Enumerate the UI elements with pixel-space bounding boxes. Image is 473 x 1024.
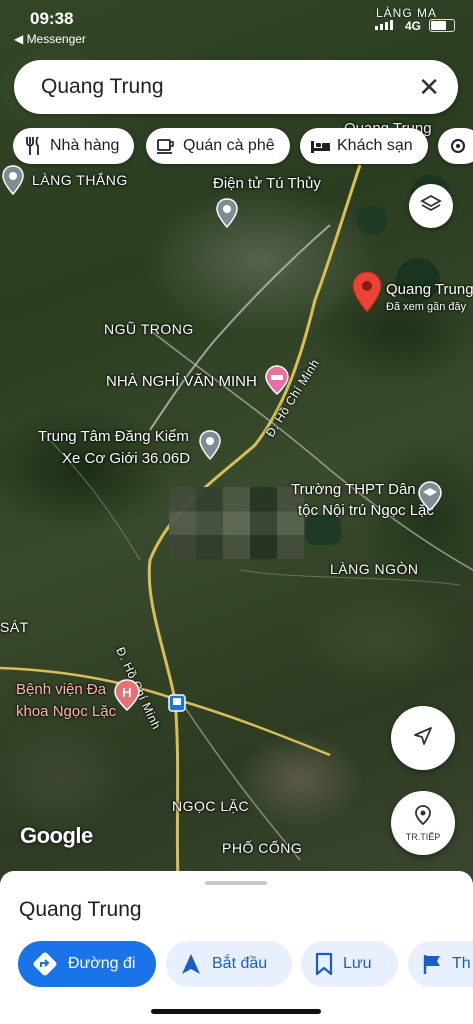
home-indicator[interactable] xyxy=(151,1009,321,1014)
map-label-ngu-trong: NGŨ TRONG xyxy=(104,321,194,337)
map-label-benh-vien-2[interactable]: khoa Ngọc Lặc xyxy=(16,703,116,720)
coffee-icon xyxy=(156,136,176,156)
battery-icon xyxy=(429,19,455,32)
chip-label: Quán cà phê xyxy=(183,137,275,154)
hotel-pin-icon[interactable] xyxy=(265,365,289,395)
google-attribution: Google xyxy=(20,823,93,848)
chip-label: Nhà hàng xyxy=(50,137,120,154)
more-icon xyxy=(448,136,468,156)
layers-icon xyxy=(420,193,442,220)
place-pin-icon[interactable] xyxy=(216,198,238,228)
map-label-lang-ma: LÀNG MA xyxy=(375,6,437,20)
navigation-icon xyxy=(180,952,202,976)
category-chips: Nhà hàng Quán cà phê Khách sạn xyxy=(13,128,473,168)
start-label: Bắt đầu xyxy=(212,955,268,972)
map-label-lang-ngon: LÀNG NGÒN xyxy=(330,561,419,577)
start-button[interactable]: Bắt đầu xyxy=(166,941,292,987)
more-action-button[interactable]: Th xyxy=(408,941,473,987)
hotel-icon xyxy=(310,136,330,156)
map-label-trung-tam-2[interactable]: Xe Cơ Giới 36.06D xyxy=(62,450,190,467)
map-label-truong-1[interactable]: Trường THPT Dân xyxy=(291,481,416,498)
place-pin-icon[interactable] xyxy=(2,165,24,195)
map-label-truong-2[interactable]: tộc Nội trú Ngọc Lặc xyxy=(298,502,434,519)
bookmark-icon xyxy=(315,952,333,976)
chip-label: Khách sạn xyxy=(337,137,413,154)
network-type: 4G xyxy=(404,19,421,33)
more-action-label: Th xyxy=(452,955,471,972)
directions-icon xyxy=(32,951,58,977)
search-query[interactable]: Quang Trung xyxy=(41,75,164,99)
map-label-dien-tu[interactable]: Điện tử Tú Thủy xyxy=(213,175,321,192)
map-label-ngoc-lac: NGỌC LẶC xyxy=(172,798,250,814)
location-arrow-icon xyxy=(412,725,434,752)
svg-text:H: H xyxy=(122,685,131,700)
bus-stop-icon[interactable] xyxy=(168,694,186,712)
next-button-label: TR.TIẾP xyxy=(405,832,441,842)
chip-coffee[interactable]: Quán cà phê xyxy=(146,128,290,164)
save-button[interactable]: Lưu xyxy=(301,941,398,987)
next-button[interactable]: TR.TIẾP xyxy=(391,791,455,855)
school-pin-icon[interactable] xyxy=(418,481,442,511)
directions-button[interactable]: Đường đi xyxy=(18,941,156,987)
status-time: 09:38 xyxy=(30,9,74,28)
map-label-trung-tam-1[interactable]: Trung Tâm Đăng Kiểm xyxy=(38,428,189,445)
layers-button[interactable] xyxy=(409,184,453,228)
map-label-quang-trung[interactable]: Quang Trung xyxy=(386,281,473,298)
map-label-sat: SÁT xyxy=(0,619,29,635)
search-bar[interactable]: Quang Trung ✕ xyxy=(14,60,458,114)
chip-restaurant[interactable]: Nhà hàng xyxy=(13,128,134,164)
selected-place-pin-icon[interactable] xyxy=(351,270,383,314)
map-label-nha-nghi[interactable]: NHÀ NGHỈ VĂN MINH xyxy=(106,373,257,390)
directions-label: Đường đi xyxy=(68,955,136,972)
my-location-button[interactable] xyxy=(391,706,455,770)
flag-icon xyxy=(422,953,442,975)
save-label: Lưu xyxy=(343,955,372,972)
chip-more[interactable] xyxy=(438,128,473,164)
place-pin-icon[interactable] xyxy=(199,430,221,460)
restaurant-icon xyxy=(23,136,43,156)
signal-icon xyxy=(375,20,393,30)
sheet-drag-handle[interactable] xyxy=(205,881,267,885)
map-label-recently-viewed: Đã xem gần đây xyxy=(386,301,467,313)
close-icon[interactable]: ✕ xyxy=(418,72,440,103)
place-bottom-sheet[interactable]: Quang Trung Đường đi Bắt đầu Lưu Th xyxy=(0,871,473,1024)
back-to-app-link[interactable]: ◀ Messenger xyxy=(14,32,86,46)
chip-hotel[interactable]: Khách sạn xyxy=(300,128,428,164)
place-title: Quang Trung xyxy=(19,898,142,921)
location-pin-icon xyxy=(413,804,433,831)
hospital-pin-icon[interactable]: H xyxy=(114,679,140,711)
map-label-pho-cong: PHỐ CỐNG xyxy=(222,840,303,856)
map-label-benh-vien-1[interactable]: Bệnh viện Đa xyxy=(16,681,106,698)
map-label-lang-thang: LÀNG THẮNG xyxy=(32,172,128,188)
pixelated-area xyxy=(169,487,304,559)
status-bar: 09:38 ◀ Messenger LÀNG MA 4G xyxy=(0,0,473,56)
